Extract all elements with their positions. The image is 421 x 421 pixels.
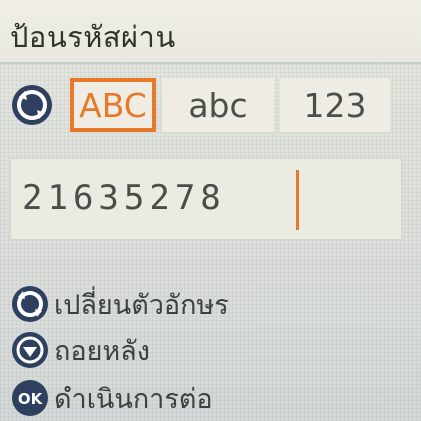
- rotate-dial-icon: [12, 85, 52, 125]
- mode-numeric-button[interactable]: 123: [280, 78, 390, 132]
- password-value: 21635278: [22, 178, 226, 218]
- password-entry-screen: ป้อนรหัสผ่าน ABC abc 123 21635278 เปลี่ย…: [0, 0, 421, 421]
- svg-text:OK: OK: [18, 390, 44, 408]
- ok-button-icon: OK: [12, 380, 48, 416]
- hint-change-character: เปลี่ยนตัวอักษร: [10, 284, 410, 324]
- mode-lowercase-button[interactable]: abc: [162, 78, 274, 132]
- hint-label: ถอยหลัง: [54, 335, 150, 367]
- text-cursor: [296, 170, 299, 230]
- hint-continue: OK ดำเนินการต่อ: [10, 378, 410, 418]
- hint-label: ดำเนินการต่อ: [54, 383, 213, 415]
- input-mode-selector: ABC abc 123: [10, 78, 410, 132]
- hint-back: ถอยหลัง: [10, 330, 410, 370]
- password-input[interactable]: 21635278: [10, 158, 402, 240]
- page-title: ป้อนรหัสผ่าน: [10, 20, 176, 54]
- hint-label: เปลี่ยนตัวอักษร: [54, 289, 229, 321]
- mode-uppercase-button[interactable]: ABC: [70, 78, 156, 132]
- title-bar: ป้อนรหัสผ่าน: [0, 0, 421, 64]
- back-icon: [12, 332, 48, 368]
- rotate-dial-icon: [12, 286, 48, 322]
